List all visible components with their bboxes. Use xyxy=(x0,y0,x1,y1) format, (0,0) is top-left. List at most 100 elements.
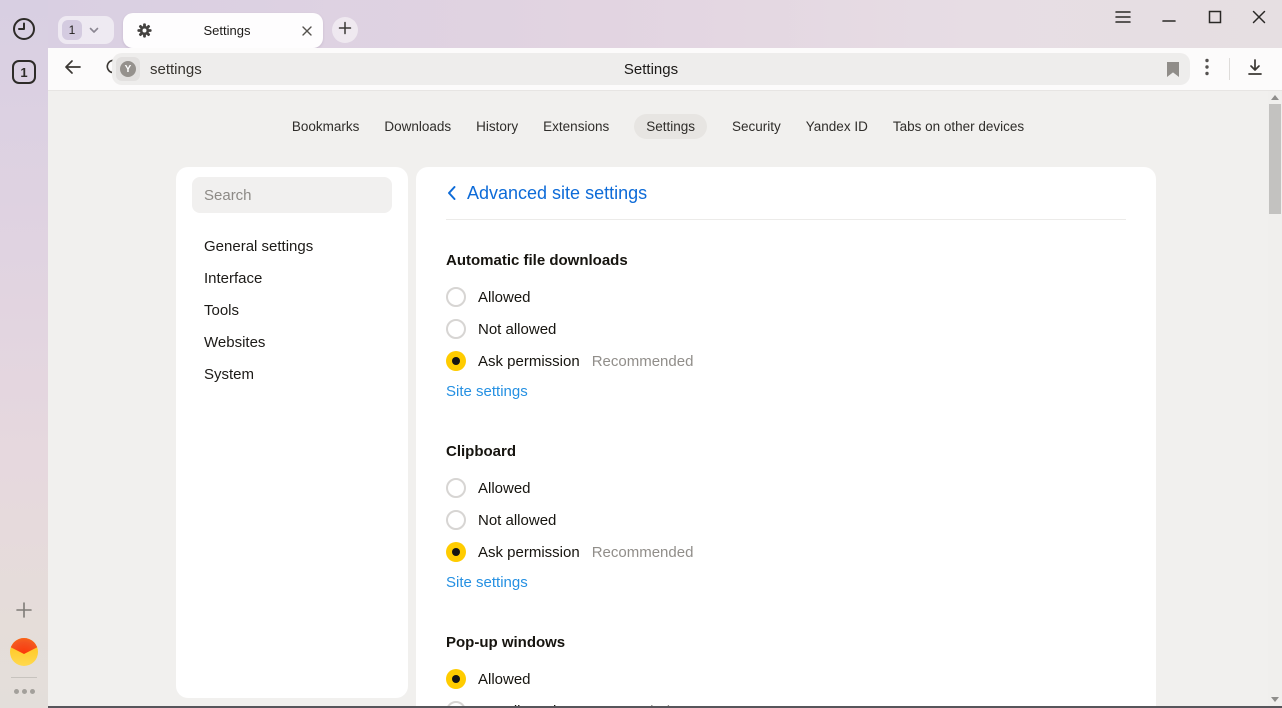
section-title: Clipboard xyxy=(446,443,1126,460)
nav-settings[interactable]: Settings xyxy=(634,114,707,139)
active-tab[interactable]: Settings xyxy=(123,13,323,48)
downloads-button[interactable] xyxy=(1240,56,1270,82)
nav-bookmarks[interactable]: Bookmarks xyxy=(292,114,360,139)
site-settings-link[interactable]: Site settings xyxy=(446,383,528,400)
window-menu-button[interactable] xyxy=(1110,10,1136,28)
radio-selected-icon[interactable] xyxy=(446,669,466,689)
nav-security[interactable]: Security xyxy=(732,114,781,139)
back-button[interactable] xyxy=(60,56,86,82)
sidebar-item-system[interactable]: System xyxy=(176,358,408,390)
minimize-icon xyxy=(1162,10,1176,29)
radio-unselected-icon[interactable] xyxy=(446,319,466,339)
site-icon-badge[interactable]: Y xyxy=(116,57,140,81)
bookmark-button[interactable] xyxy=(1166,61,1180,78)
tab-strip: 1 Settings xyxy=(48,0,1282,48)
window-close-button[interactable] xyxy=(1246,10,1272,28)
radio-unselected-icon[interactable] xyxy=(446,478,466,498)
url-text[interactable]: settings xyxy=(150,61,202,78)
tab-close-icon[interactable] xyxy=(301,25,313,37)
settings-page: Bookmarks Downloads History Extensions S… xyxy=(48,90,1282,708)
tab-group-pill[interactable]: 1 xyxy=(58,16,114,44)
radio-option-ask-permission[interactable]: Ask permission Recommended xyxy=(446,345,1126,377)
more-options-button[interactable] xyxy=(1194,56,1220,82)
page-scrollbar[interactable] xyxy=(1268,91,1282,706)
close-icon xyxy=(1252,10,1266,29)
radio-option-not-allowed[interactable]: Not allowed xyxy=(446,313,1126,345)
tab-counter-button[interactable]: 1 xyxy=(0,58,48,86)
history-button[interactable] xyxy=(0,15,48,47)
window-minimize-button[interactable] xyxy=(1156,10,1182,28)
tab-title: Settings xyxy=(153,23,301,38)
section-popup-windows: Pop-up windows Allowed Not allowed Recom… xyxy=(446,634,1126,708)
back-arrow-icon xyxy=(63,57,83,82)
toolbar-divider xyxy=(1229,58,1230,80)
settings-top-nav: Bookmarks Downloads History Extensions S… xyxy=(48,114,1268,139)
nav-tabs-other-devices[interactable]: Tabs on other devices xyxy=(893,114,1024,139)
url-bar[interactable]: Y settings Settings xyxy=(112,53,1190,85)
recommended-note: Recommended xyxy=(592,353,694,370)
radio-option-not-allowed[interactable]: Not allowed xyxy=(446,504,1126,536)
chevron-left-icon xyxy=(446,185,457,201)
section-clipboard: Clipboard Allowed Not allowed Ask permis… xyxy=(446,443,1126,592)
tab-group-count: 1 xyxy=(62,20,82,40)
chevron-down-icon[interactable] xyxy=(88,24,100,36)
site-settings-link[interactable]: Site settings xyxy=(446,574,528,591)
sidebar-item-tools[interactable]: Tools xyxy=(176,294,408,326)
sidebar-item-interface[interactable]: Interface xyxy=(176,262,408,294)
rail-more-button[interactable] xyxy=(0,684,48,698)
page-title: Settings xyxy=(112,61,1190,78)
scroll-up-arrow-icon[interactable] xyxy=(1271,95,1279,100)
radio-label: Not allowed xyxy=(478,512,556,529)
panel-back-header[interactable]: Advanced site settings xyxy=(416,167,1156,219)
browser-side-rail: 1 xyxy=(0,0,48,708)
section-title: Pop-up windows xyxy=(446,634,1126,651)
radio-option-allowed[interactable]: Allowed xyxy=(446,663,1126,695)
maximize-icon xyxy=(1208,10,1222,29)
panel-body: Automatic file downloads Allowed Not all… xyxy=(416,220,1156,708)
radio-selected-icon[interactable] xyxy=(446,351,466,371)
yandex-mail-icon xyxy=(10,638,38,666)
radio-label: Ask permission xyxy=(478,353,580,370)
yandex-mail-button[interactable] xyxy=(0,638,48,666)
rail-divider xyxy=(11,677,37,678)
section-title: Automatic file downloads xyxy=(446,252,1126,269)
settings-menu: General settings Interface Tools Website… xyxy=(176,230,408,390)
panel-title: Advanced site settings xyxy=(467,183,647,204)
rail-new-tab-button[interactable] xyxy=(0,600,48,624)
plus-icon xyxy=(14,600,34,625)
radio-unselected-icon[interactable] xyxy=(446,287,466,307)
radio-label: Allowed xyxy=(478,480,531,497)
plus-icon xyxy=(338,21,352,40)
nav-extensions[interactable]: Extensions xyxy=(543,114,609,139)
advanced-site-settings-panel: Advanced site settings Automatic file do… xyxy=(416,167,1156,708)
radio-label: Not allowed xyxy=(478,321,556,338)
yandex-site-icon: Y xyxy=(120,61,136,77)
hamburger-icon xyxy=(1115,10,1131,29)
nav-history[interactable]: History xyxy=(476,114,518,139)
ellipsis-icon xyxy=(14,689,19,694)
radio-option-allowed[interactable]: Allowed xyxy=(446,281,1126,313)
recommended-note: Recommended xyxy=(592,544,694,561)
radio-label: Allowed xyxy=(478,289,531,306)
nav-downloads[interactable]: Downloads xyxy=(384,114,451,139)
download-icon xyxy=(1246,58,1264,81)
tab-counter: 1 xyxy=(12,60,36,84)
kebab-icon xyxy=(1205,58,1209,81)
sidebar-item-general-settings[interactable]: General settings xyxy=(176,230,408,262)
scroll-down-arrow-icon[interactable] xyxy=(1271,697,1279,702)
radio-unselected-icon[interactable] xyxy=(446,510,466,530)
radio-label: Ask permission xyxy=(478,544,580,561)
window-maximize-button[interactable] xyxy=(1202,10,1228,28)
settings-sidebar-panel: General settings Interface Tools Website… xyxy=(176,167,408,698)
radio-selected-icon[interactable] xyxy=(446,542,466,562)
sidebar-item-websites[interactable]: Websites xyxy=(176,326,408,358)
radio-label: Allowed xyxy=(478,671,531,688)
scrollbar-thumb[interactable] xyxy=(1269,104,1281,214)
search-input[interactable] xyxy=(192,177,392,213)
new-tab-button[interactable] xyxy=(332,17,358,43)
section-automatic-file-downloads: Automatic file downloads Allowed Not all… xyxy=(446,252,1126,401)
nav-yandex-id[interactable]: Yandex ID xyxy=(806,114,868,139)
radio-option-allowed[interactable]: Allowed xyxy=(446,472,1126,504)
gear-icon xyxy=(136,22,153,39)
radio-option-ask-permission[interactable]: Ask permission Recommended xyxy=(446,536,1126,568)
